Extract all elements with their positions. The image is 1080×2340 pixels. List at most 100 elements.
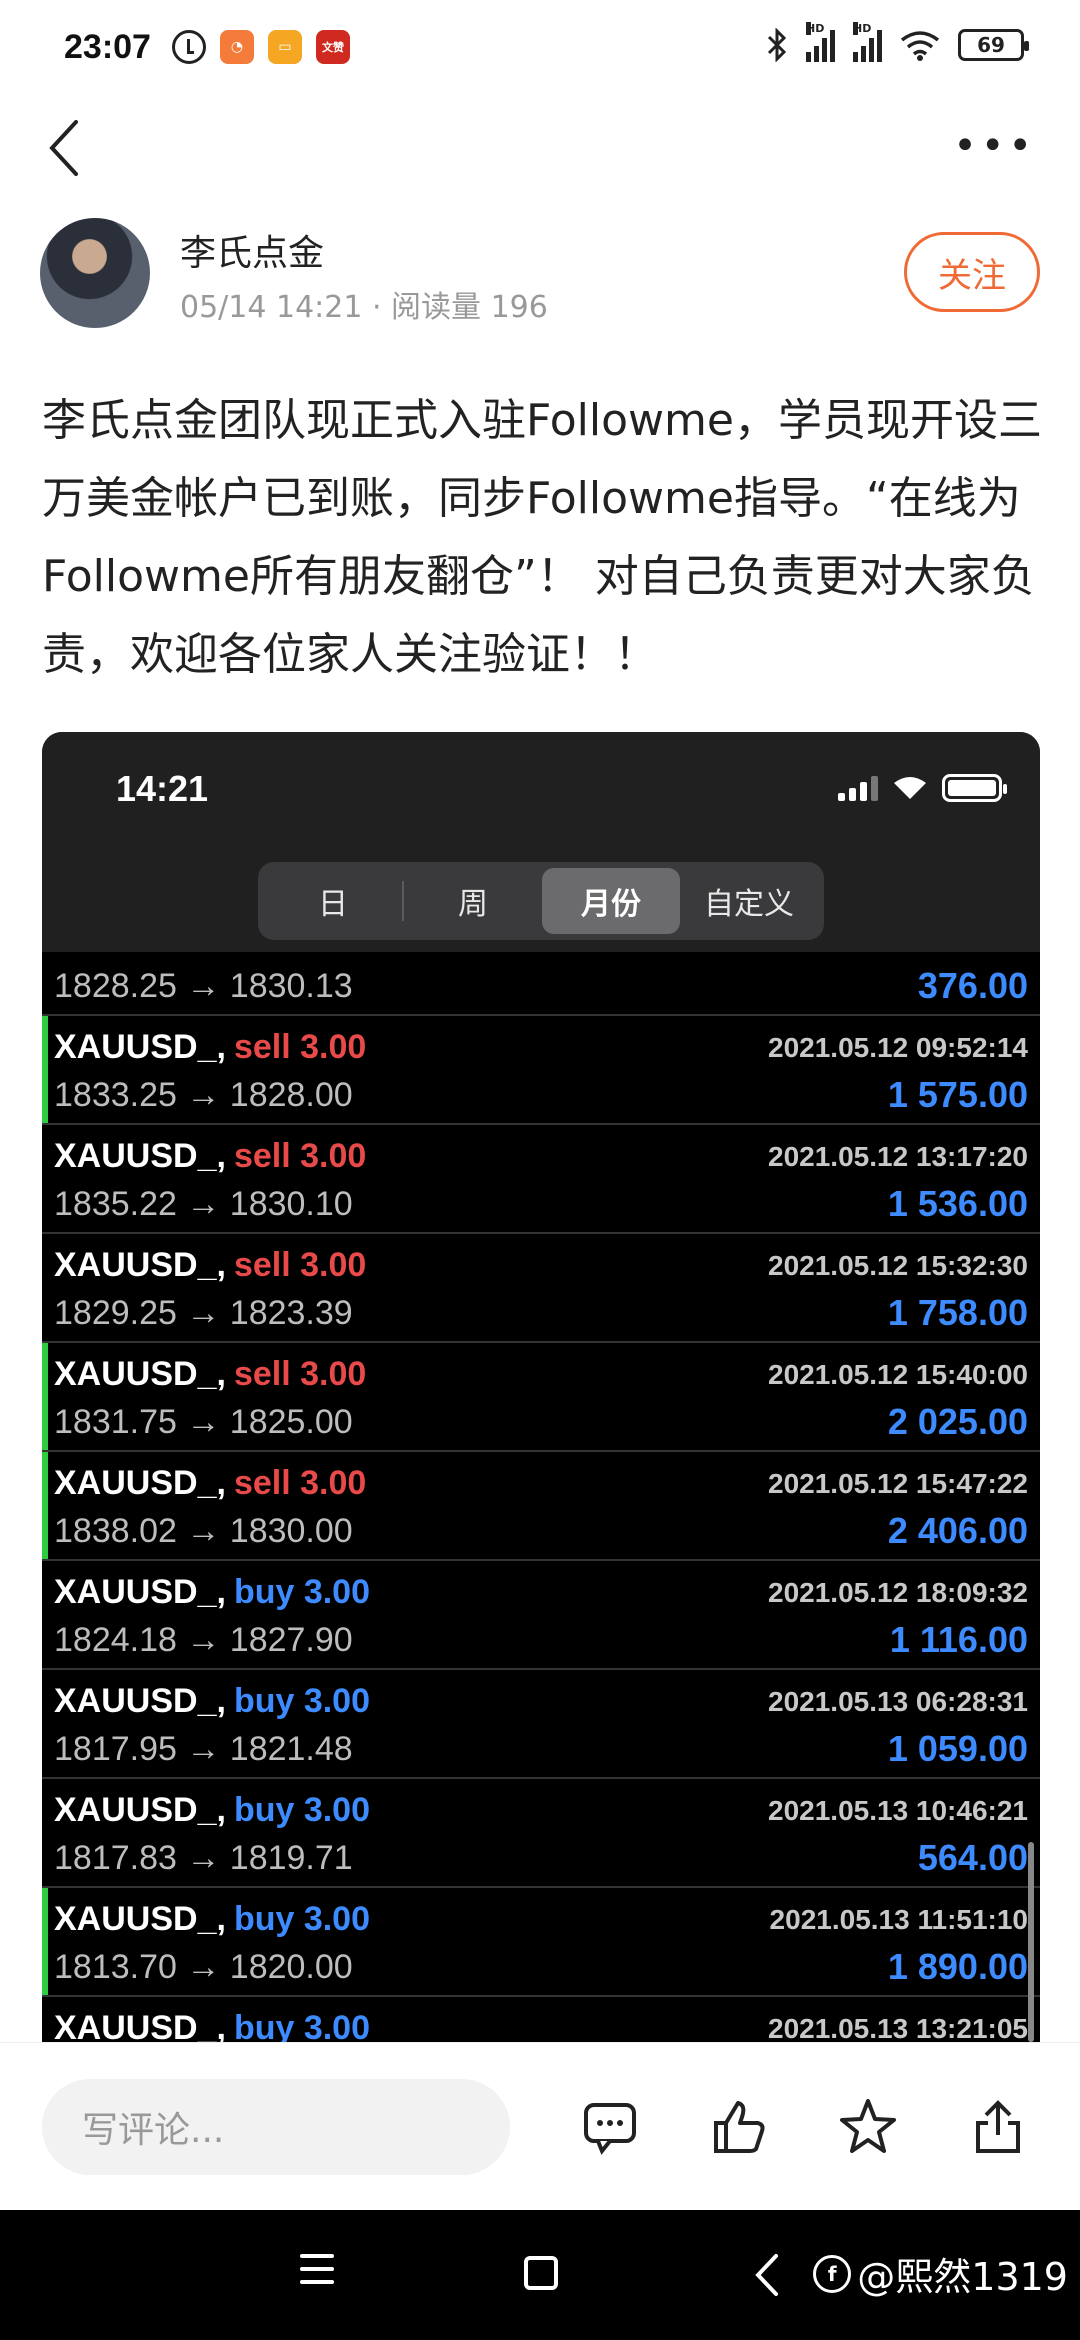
trade-price: 1817.83 → 1819.71 — [54, 1839, 353, 1877]
trade-side: sell 3.00 — [233, 1355, 367, 1393]
trade-profit: 1 536.00 — [887, 1183, 1028, 1224]
bluetooth-icon — [767, 28, 787, 62]
trade-symbol: XAUUSD_, sell 3.00 — [54, 1137, 367, 1175]
trade-profit: 1 116.00 — [889, 1619, 1028, 1660]
trade-price: 1835.22 → 1830.10 — [54, 1185, 353, 1223]
cell-signal-icon — [838, 775, 878, 801]
avatar[interactable] — [40, 218, 150, 328]
trade-side: buy 3.00 — [233, 1900, 371, 1938]
trade-profit: 1 758.00 — [887, 1292, 1028, 1333]
trade-symbol: XAUUSD_, sell 3.00 — [54, 1246, 367, 1284]
scrollbar[interactable] — [1028, 1842, 1034, 2042]
trade-profit: 376.00 — [917, 965, 1028, 1006]
trade-symbol: XAUUSD_, buy 3.00 — [54, 1682, 371, 1720]
trade-row[interactable]: XAUUSD_,buy 3.002021.05.13 13:21:051809.… — [42, 1997, 1040, 2042]
trade-datetime: 2021.05.13 06:28:31 — [768, 1686, 1028, 1717]
trade-marker — [42, 1343, 48, 1450]
battery-icon: 69 — [958, 29, 1029, 61]
wifi-icon — [894, 777, 926, 799]
menu-icon[interactable] — [300, 2254, 334, 2294]
author-name[interactable]: 李氏点金 — [180, 224, 324, 276]
trade-datetime: 2021.05.12 15:32:30 — [768, 1250, 1028, 1281]
trade-price: 1813.70 → 1820.00 — [54, 1948, 353, 1986]
watermark-text: @熙然1319 — [857, 2255, 1068, 2299]
segment-week[interactable]: 周 — [404, 868, 542, 934]
screenshot-time: 14:21 — [116, 768, 209, 809]
trade-profit: 564.00 — [917, 1837, 1028, 1878]
trade-datetime: 2021.05.12 15:47:22 — [768, 1468, 1028, 1499]
more-options-icon[interactable]: ••• — [953, 126, 1036, 166]
trade-row[interactable]: XAUUSD_, sell 3.00 2021.05.12 15:40:00 1831… — [42, 1343, 1040, 1452]
segment-day[interactable]: 日 — [264, 868, 402, 934]
trade-marker — [42, 1888, 48, 1995]
comment-input[interactable]: 写评论... — [42, 2079, 510, 2175]
trade-symbol: XAUUSD_, buy 3.00 — [54, 1900, 371, 1938]
trade-price: 1824.18 → 1827.90 — [54, 1621, 353, 1659]
trade-side: sell 3.00 — [233, 1246, 367, 1284]
segment-month[interactable]: 月份 — [542, 868, 680, 934]
watermark-logo-icon: f — [813, 2254, 852, 2293]
trade-profit: 2 406.00 — [887, 1510, 1028, 1551]
trade-price: 1828.25 → 1830.13 — [54, 967, 353, 1005]
trade-datetime: 2021.05.12 09:52:14 — [768, 1032, 1028, 1063]
trade-side: sell 3.00 — [233, 1464, 367, 1502]
share-icon[interactable] — [968, 2097, 1028, 2157]
back-arrow-icon[interactable] — [44, 118, 84, 178]
trade-row[interactable]: XAUUSD_, sell 3.00 2021.05.12 09:52:14 1833… — [42, 1016, 1040, 1125]
trade-profit: 2 025.00 — [887, 1401, 1028, 1442]
trade-row[interactable]: XAUUSD_, sell 3.00 2021.05.12 15:32:30 1829… — [42, 1234, 1040, 1343]
favorite-star-icon[interactable] — [838, 2097, 898, 2157]
trade-symbol: XAUUSD_, buy 3.00 — [54, 2009, 370, 2042]
trade-marker — [42, 1016, 48, 1123]
news-app-icon: 文赞 — [316, 30, 350, 64]
trade-row[interactable]: XAUUSD_, buy 3.00 2021.05.12 18:09:32 1824.… — [42, 1561, 1040, 1670]
period-segmented-control: 日 周 月份 自定义 — [258, 862, 824, 940]
message-app-icon: ▭ — [268, 30, 302, 64]
trade-side: buy 3.00 — [233, 1682, 371, 1720]
post-body: 李氏点金团队现正式入驻Followme，学员现开设三万美金帐户已到账，同步Fol… — [42, 395, 1042, 680]
status-bar: 23:07 ◔ ▭ 文赞 HD HD 69 — [0, 0, 1080, 96]
wifi-icon — [900, 31, 940, 61]
trade-datetime: 2021.05.13 13:21:05 — [768, 2013, 1028, 2042]
embedded-trade-screenshot[interactable]: 14:21 日 周 月份 自定义 1828.25 → 1830.13 376.0… — [42, 732, 1040, 2042]
segment-custom[interactable]: 自定义 — [680, 868, 818, 934]
trade-row[interactable]: XAUUSD_, buy 3.00 2021.05.13 06:28:31 1817.… — [42, 1670, 1040, 1779]
home-icon[interactable] — [524, 2256, 558, 2290]
comment-icon[interactable] — [580, 2097, 640, 2157]
trade-side: buy 3.00 — [233, 2009, 371, 2042]
system-nav-bar: f @熙然1319 — [0, 2210, 1080, 2340]
trade-symbol: XAUUSD_, sell 3.00 — [54, 1355, 367, 1393]
trade-row[interactable]: XAUUSD_, buy 3.00 2021.05.13 10:46:21 1817.… — [42, 1779, 1040, 1888]
screenshot-status-icons — [838, 774, 1007, 802]
trade-datetime: 2021.05.12 13:17:20 — [768, 1141, 1028, 1172]
trade-datetime: 2021.05.12 15:40:00 — [768, 1359, 1028, 1390]
trade-price: 1833.25 → 1828.00 — [54, 1076, 353, 1114]
battery-icon — [942, 774, 1007, 802]
trade-symbol: XAUUSD_, buy 3.00 — [54, 1791, 371, 1829]
trade-marker — [42, 1452, 48, 1559]
trade-datetime: 2021.05.13 11:51:10 — [769, 1904, 1028, 1935]
signal-2-icon: HD — [853, 22, 882, 62]
trade-datetime: 2021.05.13 10:46:21 — [768, 1795, 1028, 1826]
trade-row[interactable]: XAUUSD_, sell 3.00 2021.05.12 13:17:20 1835… — [42, 1125, 1040, 1234]
author-header: 李氏点金 05/14 14:21 · 阅读量 196 关注 — [40, 218, 1040, 328]
screenshot-header: 14:21 日 周 月份 自定义 — [42, 732, 1040, 952]
trade-symbol: XAUUSD_, sell 3.00 — [54, 1028, 367, 1066]
like-icon[interactable] — [708, 2097, 768, 2157]
trade-side: sell 3.00 — [233, 1137, 367, 1175]
trade-row[interactable]: XAUUSD_, sell 3.00 2021.05.12 15:47:22 1838… — [42, 1452, 1040, 1561]
trade-profit: 1 575.00 — [887, 1074, 1028, 1115]
follow-button[interactable]: 关注 — [904, 232, 1040, 312]
trade-row[interactable]: XAUUSD_, buy 3.00 2021.05.13 11:51:10 1813.… — [42, 1888, 1040, 1997]
watermark: f @熙然1319 — [813, 2246, 1068, 2301]
trade-side: sell 3.00 — [233, 1028, 367, 1066]
status-time: 23:07 — [64, 28, 151, 66]
bottom-action-bar: 写评论... — [0, 2042, 1080, 2210]
trade-datetime: 2021.05.12 18:09:32 — [768, 1577, 1028, 1608]
trade-profit: 1 059.00 — [887, 1728, 1028, 1769]
nav-back-icon[interactable] — [752, 2250, 782, 2300]
trade-row-partial: 1828.25 → 1830.13 376.00 — [42, 952, 1040, 1016]
trade-price: 1817.95 → 1821.48 — [54, 1730, 353, 1768]
trade-price: 1829.25 → 1823.39 — [54, 1294, 353, 1332]
trade-list[interactable]: 1828.25 → 1830.13 376.00 XAUUSD_, sell 3.… — [42, 952, 1040, 2042]
